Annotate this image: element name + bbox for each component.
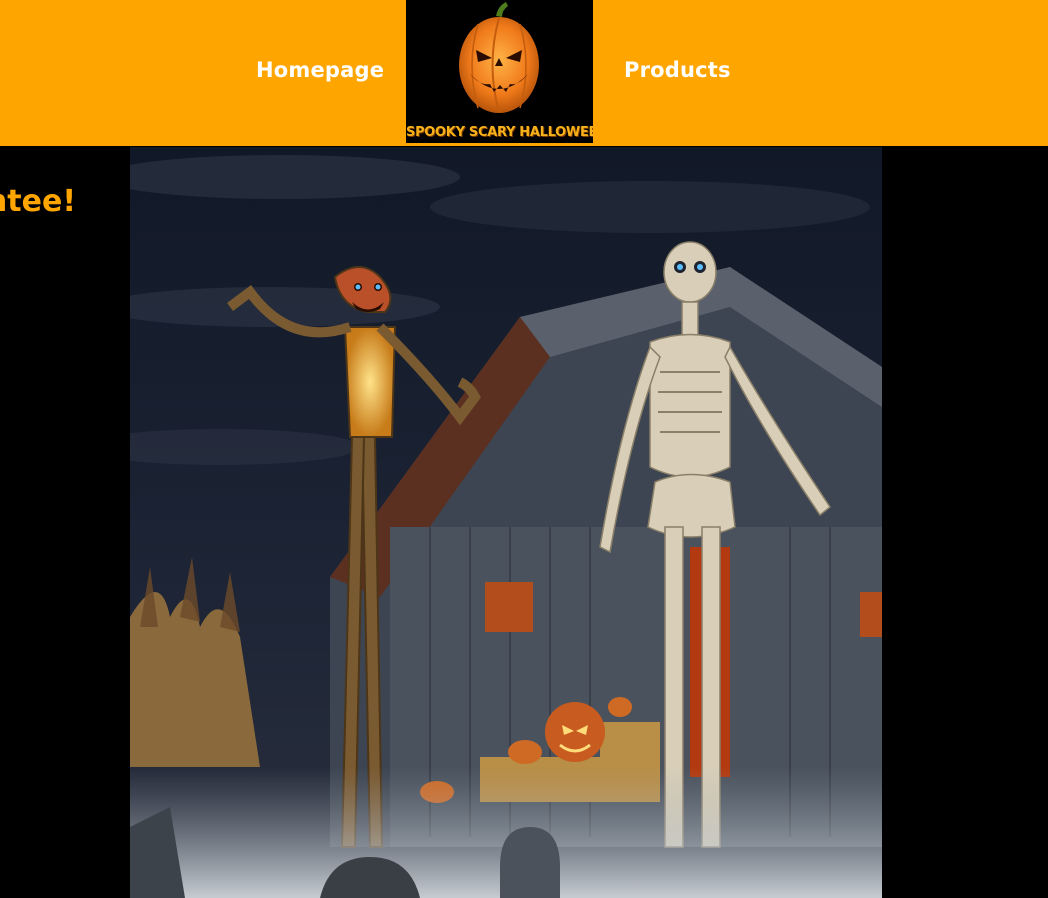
site-header: Homepage SPOOKY SCARY HALLOWEEN Products (0, 0, 1048, 146)
partial-heading-text: ntee! (0, 184, 76, 219)
hero-image (130, 147, 882, 898)
site-logo[interactable]: SPOOKY SCARY HALLOWEEN (406, 0, 593, 143)
logo-text: SPOOKY SCARY HALLOWEEN (406, 125, 593, 140)
partial-heading: ntee! (0, 184, 128, 224)
jack-o-lantern-icon (459, 2, 539, 113)
nav-products-link[interactable]: Products (624, 58, 731, 82)
nav-homepage-link[interactable]: Homepage (256, 58, 384, 82)
